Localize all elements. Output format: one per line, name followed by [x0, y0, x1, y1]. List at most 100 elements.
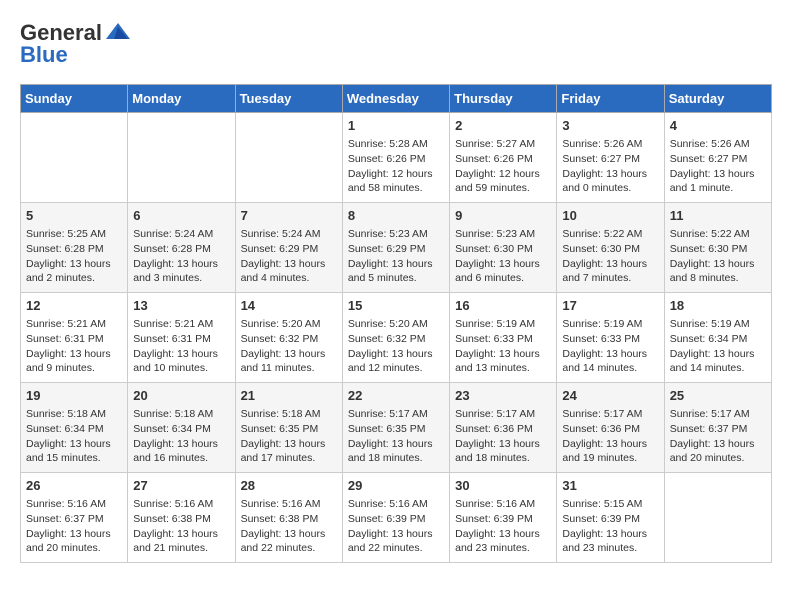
day-number: 27 [133, 477, 229, 495]
day-number: 4 [670, 117, 766, 135]
calendar-cell: 31 Sunrise: 5:15 AMSunset: 6:39 PMDayligh… [557, 473, 664, 563]
week-row-3: 12 Sunrise: 5:21 AMSunset: 6:31 PMDayligh… [21, 293, 772, 383]
cell-info: Sunrise: 5:24 AMSunset: 6:28 PMDaylight:… [133, 227, 229, 286]
day-number: 28 [241, 477, 337, 495]
calendar-cell: 6 Sunrise: 5:24 AMSunset: 6:28 PMDaylight… [128, 203, 235, 293]
calendar-cell: 2 Sunrise: 5:27 AMSunset: 6:26 PMDaylight… [450, 113, 557, 203]
logo: General Blue [20, 20, 132, 68]
calendar-cell: 8 Sunrise: 5:23 AMSunset: 6:29 PMDaylight… [342, 203, 449, 293]
calendar-cell: 3 Sunrise: 5:26 AMSunset: 6:27 PMDaylight… [557, 113, 664, 203]
calendar-cell: 12 Sunrise: 5:21 AMSunset: 6:31 PMDayligh… [21, 293, 128, 383]
calendar-cell: 5 Sunrise: 5:25 AMSunset: 6:28 PMDaylight… [21, 203, 128, 293]
day-number: 14 [241, 297, 337, 315]
cell-info: Sunrise: 5:25 AMSunset: 6:28 PMDaylight:… [26, 227, 122, 286]
cell-info: Sunrise: 5:23 AMSunset: 6:29 PMDaylight:… [348, 227, 444, 286]
calendar-cell: 21 Sunrise: 5:18 AMSunset: 6:35 PMDayligh… [235, 383, 342, 473]
day-number: 26 [26, 477, 122, 495]
weekday-header-monday: Monday [128, 85, 235, 113]
day-number: 23 [455, 387, 551, 405]
day-number: 29 [348, 477, 444, 495]
cell-info: Sunrise: 5:28 AMSunset: 6:26 PMDaylight:… [348, 137, 444, 196]
cell-info: Sunrise: 5:18 AMSunset: 6:35 PMDaylight:… [241, 407, 337, 466]
day-number: 9 [455, 207, 551, 225]
cell-info: Sunrise: 5:21 AMSunset: 6:31 PMDaylight:… [26, 317, 122, 376]
day-number: 25 [670, 387, 766, 405]
day-number: 10 [562, 207, 658, 225]
calendar-cell: 24 Sunrise: 5:17 AMSunset: 6:36 PMDayligh… [557, 383, 664, 473]
weekday-header-row: SundayMondayTuesdayWednesdayThursdayFrid… [21, 85, 772, 113]
calendar-cell: 4 Sunrise: 5:26 AMSunset: 6:27 PMDaylight… [664, 113, 771, 203]
day-number: 12 [26, 297, 122, 315]
calendar-cell: 23 Sunrise: 5:17 AMSunset: 6:36 PMDayligh… [450, 383, 557, 473]
cell-info: Sunrise: 5:18 AMSunset: 6:34 PMDaylight:… [133, 407, 229, 466]
cell-info: Sunrise: 5:16 AMSunset: 6:39 PMDaylight:… [348, 497, 444, 556]
day-number: 21 [241, 387, 337, 405]
day-number: 13 [133, 297, 229, 315]
calendar-cell: 7 Sunrise: 5:24 AMSunset: 6:29 PMDaylight… [235, 203, 342, 293]
day-number: 15 [348, 297, 444, 315]
cell-info: Sunrise: 5:17 AMSunset: 6:36 PMDaylight:… [562, 407, 658, 466]
logo-icon [104, 21, 132, 45]
calendar-cell: 10Sunrise: 5:22 AMSunset: 6:30 PMDayligh… [557, 203, 664, 293]
calendar-body: 1 Sunrise: 5:28 AMSunset: 6:26 PMDaylight… [21, 113, 772, 563]
calendar-cell: 15 Sunrise: 5:20 AMSunset: 6:32 PMDayligh… [342, 293, 449, 383]
calendar-cell: 16 Sunrise: 5:19 AMSunset: 6:33 PMDayligh… [450, 293, 557, 383]
day-number: 5 [26, 207, 122, 225]
cell-info: Sunrise: 5:18 AMSunset: 6:34 PMDaylight:… [26, 407, 122, 466]
weekday-header-tuesday: Tuesday [235, 85, 342, 113]
week-row-5: 26 Sunrise: 5:16 AMSunset: 6:37 PMDayligh… [21, 473, 772, 563]
calendar-cell: 22 Sunrise: 5:17 AMSunset: 6:35 PMDayligh… [342, 383, 449, 473]
day-number: 16 [455, 297, 551, 315]
weekday-header-friday: Friday [557, 85, 664, 113]
week-row-2: 5 Sunrise: 5:25 AMSunset: 6:28 PMDaylight… [21, 203, 772, 293]
day-number: 19 [26, 387, 122, 405]
weekday-header-sunday: Sunday [21, 85, 128, 113]
calendar-cell: 25 Sunrise: 5:17 AMSunset: 6:37 PMDayligh… [664, 383, 771, 473]
cell-info: Sunrise: 5:27 AMSunset: 6:26 PMDaylight:… [455, 137, 551, 196]
cell-info: Sunrise: 5:22 AMSunset: 6:30 PMDaylight:… [670, 227, 766, 286]
cell-info: Sunrise: 5:20 AMSunset: 6:32 PMDaylight:… [241, 317, 337, 376]
cell-info: Sunrise: 5:26 AMSunset: 6:27 PMDaylight:… [562, 137, 658, 196]
cell-info: Sunrise: 5:19 AMSunset: 6:33 PMDaylight:… [562, 317, 658, 376]
calendar-cell: 20Sunrise: 5:18 AMSunset: 6:34 PMDayligh… [128, 383, 235, 473]
calendar-cell: 27Sunrise: 5:16 AMSunset: 6:38 PMDayligh… [128, 473, 235, 563]
cell-info: Sunrise: 5:16 AMSunset: 6:38 PMDaylight:… [241, 497, 337, 556]
day-number: 22 [348, 387, 444, 405]
day-number: 30 [455, 477, 551, 495]
day-number: 7 [241, 207, 337, 225]
cell-info: Sunrise: 5:19 AMSunset: 6:34 PMDaylight:… [670, 317, 766, 376]
calendar-cell: 9Sunrise: 5:23 AMSunset: 6:30 PMDaylight… [450, 203, 557, 293]
cell-info: Sunrise: 5:20 AMSunset: 6:32 PMDaylight:… [348, 317, 444, 376]
cell-info: Sunrise: 5:24 AMSunset: 6:29 PMDaylight:… [241, 227, 337, 286]
calendar-cell [128, 113, 235, 203]
calendar-cell: 18 Sunrise: 5:19 AMSunset: 6:34 PMDayligh… [664, 293, 771, 383]
day-number: 2 [455, 117, 551, 135]
cell-info: Sunrise: 5:16 AMSunset: 6:37 PMDaylight:… [26, 497, 122, 556]
day-number: 11 [670, 207, 766, 225]
calendar-cell [21, 113, 128, 203]
calendar-cell: 28 Sunrise: 5:16 AMSunset: 6:38 PMDayligh… [235, 473, 342, 563]
cell-info: Sunrise: 5:17 AMSunset: 6:37 PMDaylight:… [670, 407, 766, 466]
day-number: 6 [133, 207, 229, 225]
day-number: 8 [348, 207, 444, 225]
day-number: 31 [562, 477, 658, 495]
day-number: 1 [348, 117, 444, 135]
logo-blue-text: Blue [20, 42, 68, 68]
day-number: 3 [562, 117, 658, 135]
cell-info: Sunrise: 5:17 AMSunset: 6:35 PMDaylight:… [348, 407, 444, 466]
cell-info: Sunrise: 5:15 AMSunset: 6:39 PMDaylight:… [562, 497, 658, 556]
day-number: 24 [562, 387, 658, 405]
calendar-cell: 29 Sunrise: 5:16 AMSunset: 6:39 PMDayligh… [342, 473, 449, 563]
calendar-cell: 19 Sunrise: 5:18 AMSunset: 6:34 PMDayligh… [21, 383, 128, 473]
cell-info: Sunrise: 5:19 AMSunset: 6:33 PMDaylight:… [455, 317, 551, 376]
calendar-cell: 11 Sunrise: 5:22 AMSunset: 6:30 PMDayligh… [664, 203, 771, 293]
week-row-1: 1 Sunrise: 5:28 AMSunset: 6:26 PMDaylight… [21, 113, 772, 203]
cell-info: Sunrise: 5:17 AMSunset: 6:36 PMDaylight:… [455, 407, 551, 466]
calendar-cell: 13Sunrise: 5:21 AMSunset: 6:31 PMDayligh… [128, 293, 235, 383]
cell-info: Sunrise: 5:26 AMSunset: 6:27 PMDaylight:… [670, 137, 766, 196]
header: General Blue [20, 20, 772, 68]
day-number: 18 [670, 297, 766, 315]
calendar-table: SundayMondayTuesdayWednesdayThursdayFrid… [20, 84, 772, 563]
calendar-cell: 30Sunrise: 5:16 AMSunset: 6:39 PMDayligh… [450, 473, 557, 563]
calendar-cell: 26 Sunrise: 5:16 AMSunset: 6:37 PMDayligh… [21, 473, 128, 563]
